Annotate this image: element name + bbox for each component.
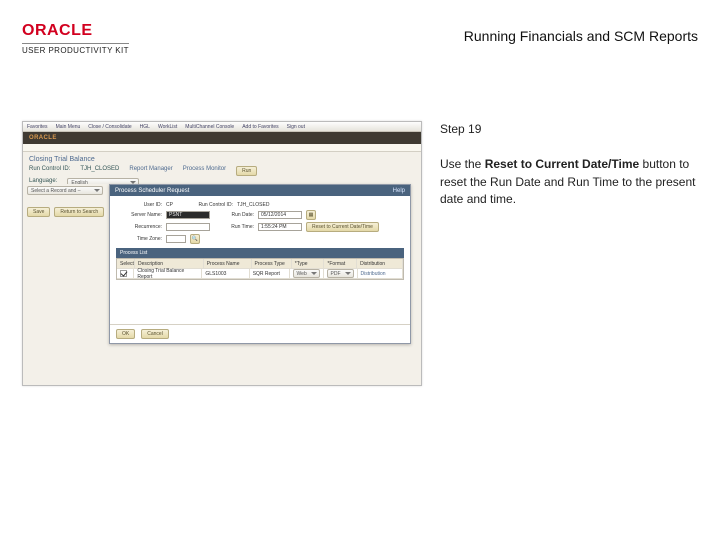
nav-tab[interactable]: MultiChannel Console — [185, 124, 234, 130]
row-process-name: GLS1003 — [202, 269, 249, 279]
sidebar-select[interactable]: Select a Record and – — [27, 186, 103, 195]
process-list-header: Process List — [116, 248, 404, 258]
instruction-pane: Step 19 Use the Reset to Current Date/Ti… — [440, 61, 698, 518]
time-zone-label: Time Zone: — [116, 236, 162, 242]
return-search-button[interactable]: Return to Search — [54, 207, 104, 217]
nav-tab[interactable]: Sign out — [287, 124, 305, 130]
process-scheduler-modal: Process Scheduler Request Help User ID: … — [109, 184, 411, 344]
server-name-select[interactable]: PSNT — [166, 211, 210, 219]
user-id-value: CP — [166, 202, 173, 208]
topic-title: Running Financials and SCM Reports — [464, 28, 698, 44]
left-sidebar-strip: Select a Record and – Save Return to Sea… — [23, 184, 109, 384]
col-type: *Type — [292, 259, 325, 269]
row-type-select[interactable]: Web — [293, 269, 320, 278]
report-manager-link[interactable]: Report Manager — [129, 166, 172, 176]
step-text-bold: Reset to Current Date/Time — [485, 157, 639, 171]
oracle-logo: ORACLE — [22, 22, 93, 40]
user-id-label: User ID: — [116, 202, 162, 208]
recurrence-label: Recurrence: — [116, 224, 162, 230]
modal-footer: OK Cancel — [110, 324, 410, 343]
run-button[interactable]: Run — [236, 166, 257, 176]
save-button[interactable]: Save — [27, 207, 50, 217]
row-process-type: SQR Report — [250, 269, 290, 279]
col-select: Select — [117, 259, 135, 269]
nav-tab[interactable]: Close / Consolidate — [88, 124, 131, 130]
server-name-label: Server Name: — [116, 212, 162, 218]
page-header: ORACLE USER PRODUCTIVITY KIT Running Fin… — [0, 0, 720, 61]
modal-header: Process Scheduler Request Help — [110, 185, 410, 196]
brand-subline: USER PRODUCTIVITY KIT — [22, 43, 129, 55]
modal-title: Process Scheduler Request — [115, 188, 189, 194]
ok-button[interactable]: OK — [116, 329, 135, 339]
step-text-before: Use the — [440, 157, 485, 171]
app-screenshot: Favorites Main Menu Close / Consolidate … — [22, 121, 422, 386]
nav-tab[interactable]: HGL — [140, 124, 150, 130]
oracle-brand: ORACLE USER PRODUCTIVITY KIT — [22, 22, 129, 55]
app-page-title: Closing Trial Balance — [23, 152, 421, 165]
nav-tab[interactable]: Main Menu — [56, 124, 81, 130]
col-process-name: Process Name — [204, 259, 252, 269]
run-control-label: Run Control ID: — [177, 202, 233, 208]
app-sub-bar — [23, 144, 421, 152]
run-date-input[interactable]: 05/12/2014 — [258, 211, 302, 219]
row-description: Closing Trial Balance Report — [134, 269, 202, 279]
cancel-button[interactable]: Cancel — [141, 329, 169, 339]
nav-tab[interactable]: WorkList — [158, 124, 177, 130]
run-control-value: TJH_CLOSED — [80, 166, 119, 176]
time-zone-input[interactable] — [166, 235, 186, 243]
app-nav-tabs: Favorites Main Menu Close / Consolidate … — [23, 122, 421, 132]
app-brand-bar: ORACLE — [23, 132, 421, 144]
col-process-type: Process Type — [252, 259, 292, 269]
run-date-label: Run Date: — [214, 212, 254, 218]
recurrence-select[interactable] — [166, 223, 210, 231]
step-label: Step 19 — [440, 121, 698, 138]
row-format-select[interactable]: PDF — [327, 269, 354, 278]
calendar-icon[interactable]: ▦ — [306, 210, 316, 220]
nav-tab[interactable]: Favorites — [27, 124, 48, 130]
step-text: Use the Reset to Current Date/Time butto… — [440, 156, 698, 208]
run-control-value: TJH_CLOSED — [237, 202, 270, 208]
help-link[interactable]: Help — [393, 188, 405, 194]
content-area: Favorites Main Menu Close / Consolidate … — [0, 61, 720, 540]
run-control-row: Run Control ID: TJH_CLOSED Report Manage… — [23, 165, 421, 177]
run-control-label: Run Control ID: — [29, 166, 70, 176]
nav-tab[interactable]: Add to Favorites — [242, 124, 278, 130]
modal-body: User ID: CP Run Control ID: TJH_CLOSED S… — [110, 196, 410, 324]
screenshot-pane: Favorites Main Menu Close / Consolidate … — [22, 121, 422, 518]
reset-datetime-button[interactable]: Reset to Current Date/Time — [306, 222, 379, 232]
col-format: *Format — [324, 259, 357, 269]
col-distribution: Distribution — [357, 259, 403, 269]
lookup-icon[interactable]: 🔍 — [190, 234, 200, 244]
process-monitor-link[interactable]: Process Monitor — [183, 166, 226, 176]
row-select-checkbox[interactable] — [120, 270, 127, 277]
grid-data-row: Closing Trial Balance Report GLS1003 SQR… — [117, 269, 403, 279]
run-time-input[interactable]: 1:55:24 PM — [258, 223, 302, 231]
run-time-label: Run Time: — [214, 224, 254, 230]
process-grid: Select Description Process Name Process … — [116, 258, 404, 280]
row-distribution-link[interactable]: Distribution — [361, 271, 386, 277]
